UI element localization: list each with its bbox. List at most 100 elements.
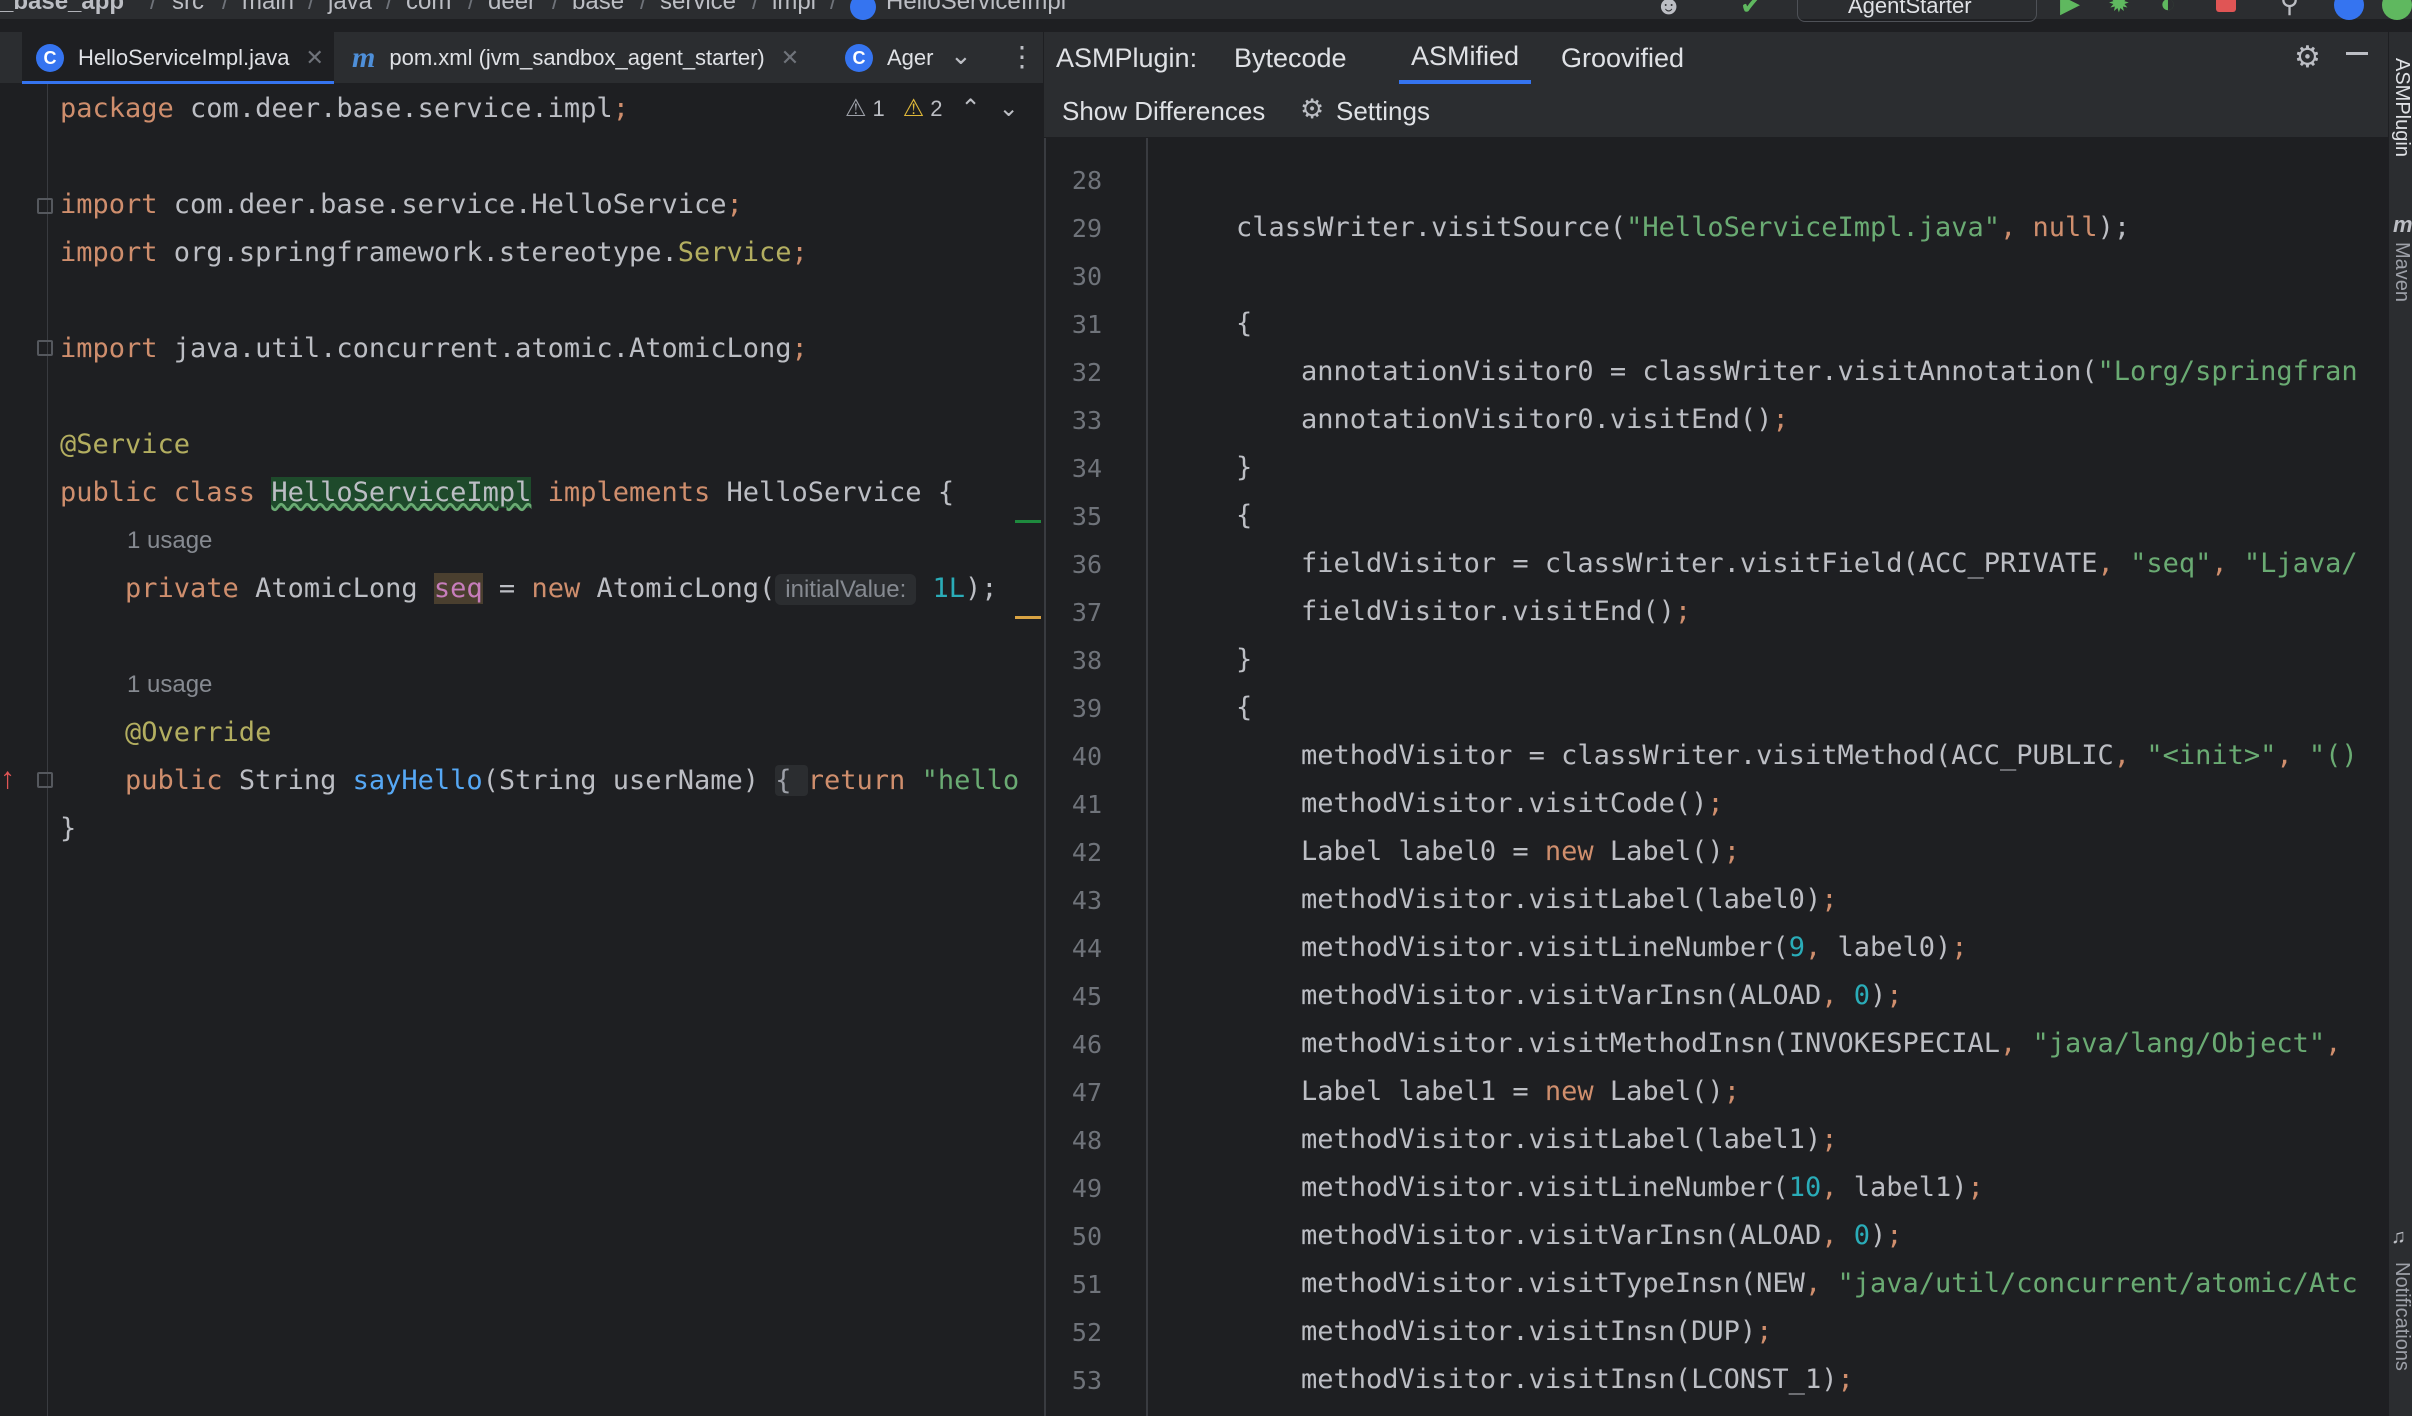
line-number: 34: [1071, 454, 1102, 483]
asm-code-line[interactable]: {: [1236, 300, 1252, 348]
breadcrumb-project[interactable]: _base_app: [0, 0, 124, 16]
tab-label: HelloServiceImpl.java: [78, 45, 290, 70]
line-number: 53: [1071, 1366, 1102, 1395]
tool-window-asmplugin[interactable]: ASMPlugin: [2390, 58, 2412, 157]
asm-code-line[interactable]: Label label0 = new Label();: [1236, 828, 1740, 876]
breadcrumb-main[interactable]: main: [242, 0, 294, 16]
tab-helloserviceimpl[interactable]: C HelloServiceImpl.java ✕: [22, 32, 334, 84]
annotation-token: @Service: [60, 429, 191, 460]
stop-icon[interactable]: [2216, 0, 2236, 12]
asm-code-line[interactable]: classWriter.visitSource("HelloServiceImp…: [1236, 204, 2130, 252]
asm-code-line[interactable]: methodVisitor.visitLabel(label1);: [1236, 1116, 1837, 1164]
search-icon[interactable]: ⚲: [2280, 0, 2299, 19]
source-line[interactable]: public String sayHello(String userName) …: [60, 757, 1019, 805]
settings-button[interactable]: Settings: [1336, 96, 1430, 127]
asm-code-line[interactable]: methodVisitor.visitCode();: [1236, 780, 1724, 828]
chevron-down-icon[interactable]: ⌄: [950, 40, 972, 71]
asm-code-line[interactable]: methodVisitor.visitTypeInsn(NEW, "java/u…: [1236, 1260, 2358, 1308]
show-differences-toggle[interactable]: Show Differences: [1062, 96, 1265, 127]
code-token: );: [2097, 212, 2131, 243]
asm-code-line[interactable]: {: [1236, 684, 1252, 732]
asm-toolbar: Show Differences ⚙ Settings: [1044, 84, 2388, 138]
run-config-selector[interactable]: AgentStarter: [1797, 0, 2037, 22]
chevron-up-icon[interactable]: ⌃: [961, 94, 981, 123]
class-icon: C: [36, 44, 64, 72]
asm-code-line[interactable]: methodVisitor.visitVarInsn(ALOAD, 0);: [1236, 1212, 1903, 1260]
breadcrumb-service[interactable]: service: [660, 0, 736, 16]
asm-code-line[interactable]: Label label1 = new Label();: [1236, 1068, 1740, 1116]
gear-icon[interactable]: ⚙: [1300, 94, 1324, 125]
tab-agent[interactable]: C Ager: [845, 32, 955, 84]
more-icon[interactable]: ⋮: [1008, 40, 1036, 73]
asm-code-line[interactable]: fieldVisitor.visitEnd();: [1236, 588, 1691, 636]
fold-icon[interactable]: [37, 340, 53, 356]
fold-icon[interactable]: [37, 198, 53, 214]
tool-window-maven[interactable]: Maven: [2390, 242, 2412, 302]
fold-icon[interactable]: [37, 772, 53, 788]
asm-code-line[interactable]: methodVisitor.visitLineNumber(10, label1…: [1236, 1164, 1984, 1212]
source-line[interactable]: import com.deer.base.service.HelloServic…: [60, 181, 743, 229]
source-line[interactable]: }: [60, 805, 76, 853]
tool-window-notifications[interactable]: Notifications: [2390, 1262, 2412, 1371]
breadcrumb-java[interactable]: java: [328, 0, 372, 16]
user-icon[interactable]: ☻: [1655, 0, 1705, 20]
asm-code-line[interactable]: }: [1236, 636, 1252, 684]
asm-code-line[interactable]: fieldVisitor = classWriter.visitField(AC…: [1236, 540, 2358, 588]
debug-icon[interactable]: ✹: [2108, 0, 2130, 19]
keyword-token: null: [2032, 212, 2098, 243]
source-line[interactable]: @Service: [60, 421, 190, 469]
asm-code-line[interactable]: annotationVisitor0.visitEnd();: [1236, 396, 1789, 444]
close-icon[interactable]: ✕: [781, 45, 799, 71]
override-marker-icon[interactable]: ↑: [0, 762, 15, 796]
string-token: "<init>": [2146, 740, 2277, 771]
close-icon[interactable]: ✕: [306, 45, 324, 71]
update-icon[interactable]: [2334, 0, 2364, 20]
warning-count[interactable]: ⚠ 2: [903, 94, 943, 123]
source-line[interactable]: private AtomicLong seq = new AtomicLong(…: [60, 565, 1014, 614]
source-line[interactable]: import org.springframework.stereotype.Se…: [60, 229, 808, 277]
warning-marker: [1015, 616, 1041, 619]
build-icon[interactable]: ✔: [1740, 0, 1762, 21]
source-line[interactable]: @Override: [60, 709, 271, 757]
tab-bytecode[interactable]: Bytecode: [1234, 32, 1347, 84]
keyword-token: ,: [1804, 1268, 1838, 1299]
weak-warning-count[interactable]: ⚠ 1: [845, 94, 885, 123]
asm-code-line[interactable]: methodVisitor = classWriter.visitMethod(…: [1236, 732, 2358, 780]
keyword-token: public: [60, 765, 239, 796]
asm-code-line[interactable]: methodVisitor.visitInsn(LCONST_1);: [1236, 1356, 1854, 1404]
breadcrumb-src[interactable]: src: [172, 0, 204, 16]
asm-code-line[interactable]: methodVisitor.visitVarInsn(ALOAD, 0);: [1236, 972, 1903, 1020]
gear-icon[interactable]: ⚙: [2294, 40, 2321, 75]
keyword-token: ,: [1804, 932, 1838, 963]
asm-code-line[interactable]: methodVisitor.visitLabel(label0);: [1236, 876, 1837, 924]
usage-count-hint[interactable]: 1 usage: [127, 671, 212, 699]
minimize-icon[interactable]: [2346, 52, 2368, 55]
breadcrumb-deer[interactable]: deer: [488, 0, 536, 16]
breadcrumb-com[interactable]: com: [406, 0, 451, 16]
run-icon[interactable]: ▶: [2060, 0, 2080, 19]
tab-pom-xml[interactable]: m pom.xml (jvm_sandbox_agent_starter) ✕: [352, 32, 822, 84]
breadcrumb-impl[interactable]: impl: [772, 0, 816, 16]
plugin-icon[interactable]: [2382, 0, 2412, 20]
tab-groovified[interactable]: Groovified: [1561, 32, 1684, 84]
code-token: fieldVisitor.visitEnd(): [1236, 596, 1675, 627]
folded-brace: {: [775, 765, 808, 796]
asm-code-line[interactable]: }: [1236, 444, 1252, 492]
breadcrumb-base[interactable]: base: [572, 0, 624, 16]
source-line[interactable]: public class HelloServiceImpl implements…: [60, 469, 954, 517]
usage-count-hint[interactable]: 1 usage: [127, 527, 212, 555]
asm-code-line[interactable]: {: [1236, 492, 1252, 540]
code-token: methodVisitor.visitCode(): [1236, 788, 1708, 819]
tab-asmified[interactable]: ASMified: [1399, 32, 1532, 84]
asm-code-line[interactable]: methodVisitor.visitMethodInsn(INVOKESPEC…: [1236, 1020, 2341, 1068]
source-line[interactable]: package com.deer.base.service.impl;: [60, 85, 629, 133]
coverage-icon[interactable]: ◐: [2160, 0, 2176, 19]
asm-code-line[interactable]: methodVisitor.visitLineNumber(9, label0)…: [1236, 924, 1968, 972]
breadcrumb-file[interactable]: HelloServiceImpl: [886, 0, 1066, 16]
chevron-down-icon[interactable]: ⌄: [999, 94, 1019, 123]
inspection-widget[interactable]: ⚠ 1 ⚠ 2 ⌃ ⌄: [845, 94, 1019, 123]
asm-code-line[interactable]: annotationVisitor0 = classWriter.visitAn…: [1236, 348, 2358, 396]
source-line[interactable]: import java.util.concurrent.atomic.Atomi…: [60, 325, 808, 373]
asm-code-view[interactable]: classWriter.visit(V1_8, ACC_PUBLIC | ACC…: [1046, 138, 2388, 1416]
asm-code-line[interactable]: methodVisitor.visitInsn(DUP);: [1236, 1308, 1772, 1356]
